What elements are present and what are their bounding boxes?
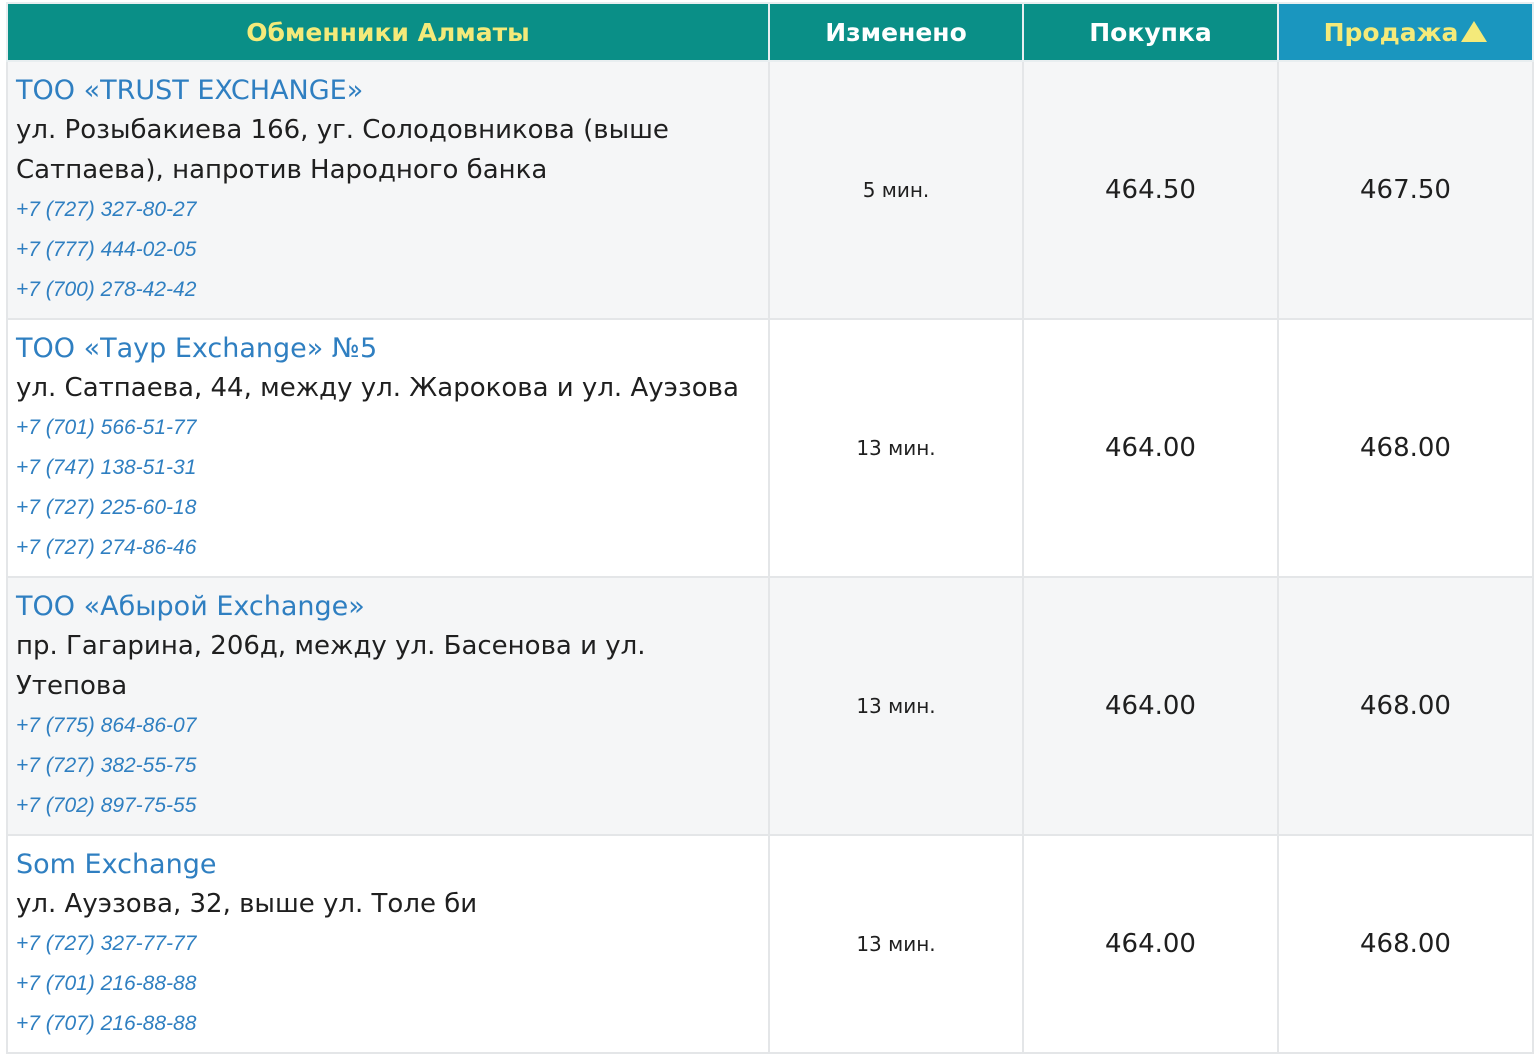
phone-link[interactable]: +7 (727) 225-60-18: [16, 488, 760, 528]
exchanger-info-cell: ТОО «Таур Exchange» №5 ул. Сатпаева, 44, …: [6, 318, 770, 578]
header-buy-label: Покупка: [1089, 17, 1212, 47]
exchanger-address: ул. Ауэзова, 32, выше ул. Толе би: [16, 889, 478, 919]
changed-time: 13 мин.: [768, 318, 1024, 578]
exchange-rates-table: Обменники Алматы Изменено Покупка Продаж…: [6, 2, 1534, 1054]
exchanger-name-link[interactable]: Som Exchange: [16, 846, 760, 884]
header-buy[interactable]: Покупка: [1022, 2, 1279, 62]
table-row: ТОО «Абырой Exchange» пр. Гагарина, 206д,…: [6, 576, 1534, 836]
phone-link[interactable]: +7 (707) 216-88-88: [16, 1004, 760, 1044]
table-row: ТОО «Таур Exchange» №5 ул. Сатпаева, 44, …: [6, 318, 1534, 578]
phone-link[interactable]: +7 (747) 138-51-31: [16, 448, 760, 488]
header-sell-label: Продажа: [1323, 17, 1459, 47]
exchange-rates-container: Обменники Алматы Изменено Покупка Продаж…: [6, 2, 1534, 1054]
exchanger-address: ул. Сатпаева, 44, между ул. Жарокова и у…: [16, 373, 739, 403]
phone-link[interactable]: +7 (727) 327-77-77: [16, 924, 760, 964]
sell-rate: 468.00: [1277, 576, 1534, 836]
phone-link[interactable]: +7 (727) 327-80-27: [16, 190, 760, 230]
sell-rate: 467.50: [1277, 60, 1534, 320]
phone-link[interactable]: +7 (700) 278-42-42: [16, 270, 760, 310]
header-changed-label: Изменено: [825, 17, 967, 47]
exchanger-name-link[interactable]: ТОО «Таур Exchange» №5: [16, 330, 760, 368]
exchanger-info-cell: Som Exchange ул. Ауэзова, 32, выше ул. То…: [6, 834, 770, 1054]
table-header: Обменники Алматы Изменено Покупка Продаж…: [6, 2, 1534, 62]
exchanger-info-cell: ТОО «TRUST EXCHANGE» ул. Розыбакиева 166,…: [6, 60, 770, 320]
buy-rate: 464.00: [1022, 834, 1279, 1054]
exchanger-address: ул. Розыбакиева 166, уг. Солодовникова (…: [16, 115, 669, 185]
header-sell[interactable]: Продажа: [1277, 2, 1534, 62]
exchanger-address: пр. Гагарина, 206д, между ул. Басенова и…: [16, 631, 646, 701]
header-exchangers-almaty[interactable]: Обменники Алматы: [6, 2, 770, 62]
table-body: ТОО «TRUST EXCHANGE» ул. Розыбакиева 166,…: [6, 60, 1534, 1054]
buy-rate: 464.00: [1022, 576, 1279, 836]
phone-link[interactable]: +7 (775) 864-86-07: [16, 706, 760, 746]
phone-link[interactable]: +7 (777) 444-02-05: [16, 230, 760, 270]
phone-link[interactable]: +7 (701) 216-88-88: [16, 964, 760, 1004]
phone-link[interactable]: +7 (727) 382-55-75: [16, 746, 760, 786]
header-changed[interactable]: Изменено: [768, 2, 1024, 62]
sell-rate: 468.00: [1277, 318, 1534, 578]
exchanger-name-link[interactable]: ТОО «TRUST EXCHANGE»: [16, 72, 760, 110]
sell-rate: 468.00: [1277, 834, 1534, 1054]
header-row: Обменники Алматы Изменено Покупка Продаж…: [6, 2, 1534, 62]
changed-time: 13 мин.: [768, 576, 1024, 836]
phone-link[interactable]: +7 (701) 566-51-77: [16, 408, 760, 448]
table-row: ТОО «TRUST EXCHANGE» ул. Розыбакиева 166,…: [6, 60, 1534, 320]
changed-time: 13 мин.: [768, 834, 1024, 1054]
sort-ascending-icon: [1461, 20, 1488, 42]
exchanger-info-cell: ТОО «Абырой Exchange» пр. Гагарина, 206д,…: [6, 576, 770, 836]
header-name-label: Обменники Алматы: [246, 17, 530, 47]
buy-rate: 464.50: [1022, 60, 1279, 320]
exchanger-name-link[interactable]: ТОО «Абырой Exchange»: [16, 588, 760, 626]
changed-time: 5 мин.: [768, 60, 1024, 320]
phone-link[interactable]: +7 (702) 897-75-55: [16, 786, 760, 826]
buy-rate: 464.00: [1022, 318, 1279, 578]
table-row: Som Exchange ул. Ауэзова, 32, выше ул. То…: [6, 834, 1534, 1054]
phone-link[interactable]: +7 (727) 274-86-46: [16, 528, 760, 568]
